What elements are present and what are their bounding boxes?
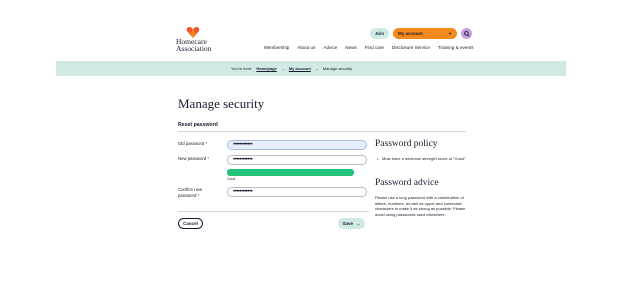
search-icon: [463, 30, 470, 37]
breadcrumb-my-account[interactable]: My account: [289, 66, 311, 71]
policy-item: Must have a minimum strength score of "G…: [377, 156, 472, 162]
arrow-right-icon: →: [314, 66, 319, 71]
breadcrumb-bar: You're here: Homepage → My account → Man…: [56, 61, 566, 76]
password-policy-title: Password policy: [375, 139, 438, 149]
confirm-password-field[interactable]: ••••••••••••: [227, 187, 367, 197]
new-password-label: New password *: [178, 156, 210, 161]
nav-advice[interactable]: Advice: [323, 45, 337, 50]
nav-about-us[interactable]: About us: [297, 45, 315, 50]
nav-disclosure-service[interactable]: Disclosure Service: [392, 45, 430, 50]
old-password-field[interactable]: ••••••••••••: [227, 140, 367, 150]
new-password-field[interactable]: ••••••••••••: [227, 155, 367, 165]
search-button[interactable]: [461, 28, 472, 39]
divider: [178, 131, 466, 132]
my-account-label: My account: [398, 31, 423, 36]
save-button[interactable]: Save →: [338, 218, 365, 229]
section-title: Reset password: [178, 122, 218, 128]
nav-membership[interactable]: Membership: [264, 45, 289, 50]
arrow-right-icon: →: [356, 221, 361, 226]
breadcrumb-homepage[interactable]: Homepage: [256, 66, 276, 71]
arrow-right-icon: →: [280, 66, 285, 71]
breadcrumb-current: Manage security: [322, 66, 353, 71]
confirm-password-label: Confirm new password *: [178, 187, 202, 199]
divider: [178, 211, 369, 212]
nav-training-events[interactable]: Training & events: [438, 45, 474, 50]
save-label: Save: [342, 221, 353, 226]
old-password-label: Old password *: [178, 141, 208, 146]
password-advice-title: Password advice: [375, 178, 439, 188]
password-strength-bar: [227, 169, 355, 176]
password-advice-text: Please use a long password with a combin…: [375, 195, 466, 217]
my-account-button[interactable]: My account ▼: [393, 28, 457, 39]
nav-news[interactable]: News: [345, 45, 357, 50]
join-button[interactable]: Join: [370, 28, 389, 39]
password-strength-label: Good: [227, 177, 236, 181]
chevron-down-icon: ▼: [448, 31, 452, 36]
breadcrumb-prefix: You're here:: [231, 66, 253, 71]
logo-line-2: Association: [176, 44, 212, 53]
main-nav: Membership About us Advice News Find car…: [264, 45, 474, 50]
confirm-label-line-2: password *: [178, 193, 200, 198]
page-title: Manage security: [178, 96, 265, 111]
header-actions: Join My account ▼: [370, 28, 472, 39]
cancel-button[interactable]: Cancel: [178, 218, 203, 229]
nav-find-care[interactable]: Find care: [365, 45, 384, 50]
logo-text: Homecare Association: [176, 38, 212, 53]
breadcrumb: You're here: Homepage → My account → Man…: [231, 66, 352, 71]
